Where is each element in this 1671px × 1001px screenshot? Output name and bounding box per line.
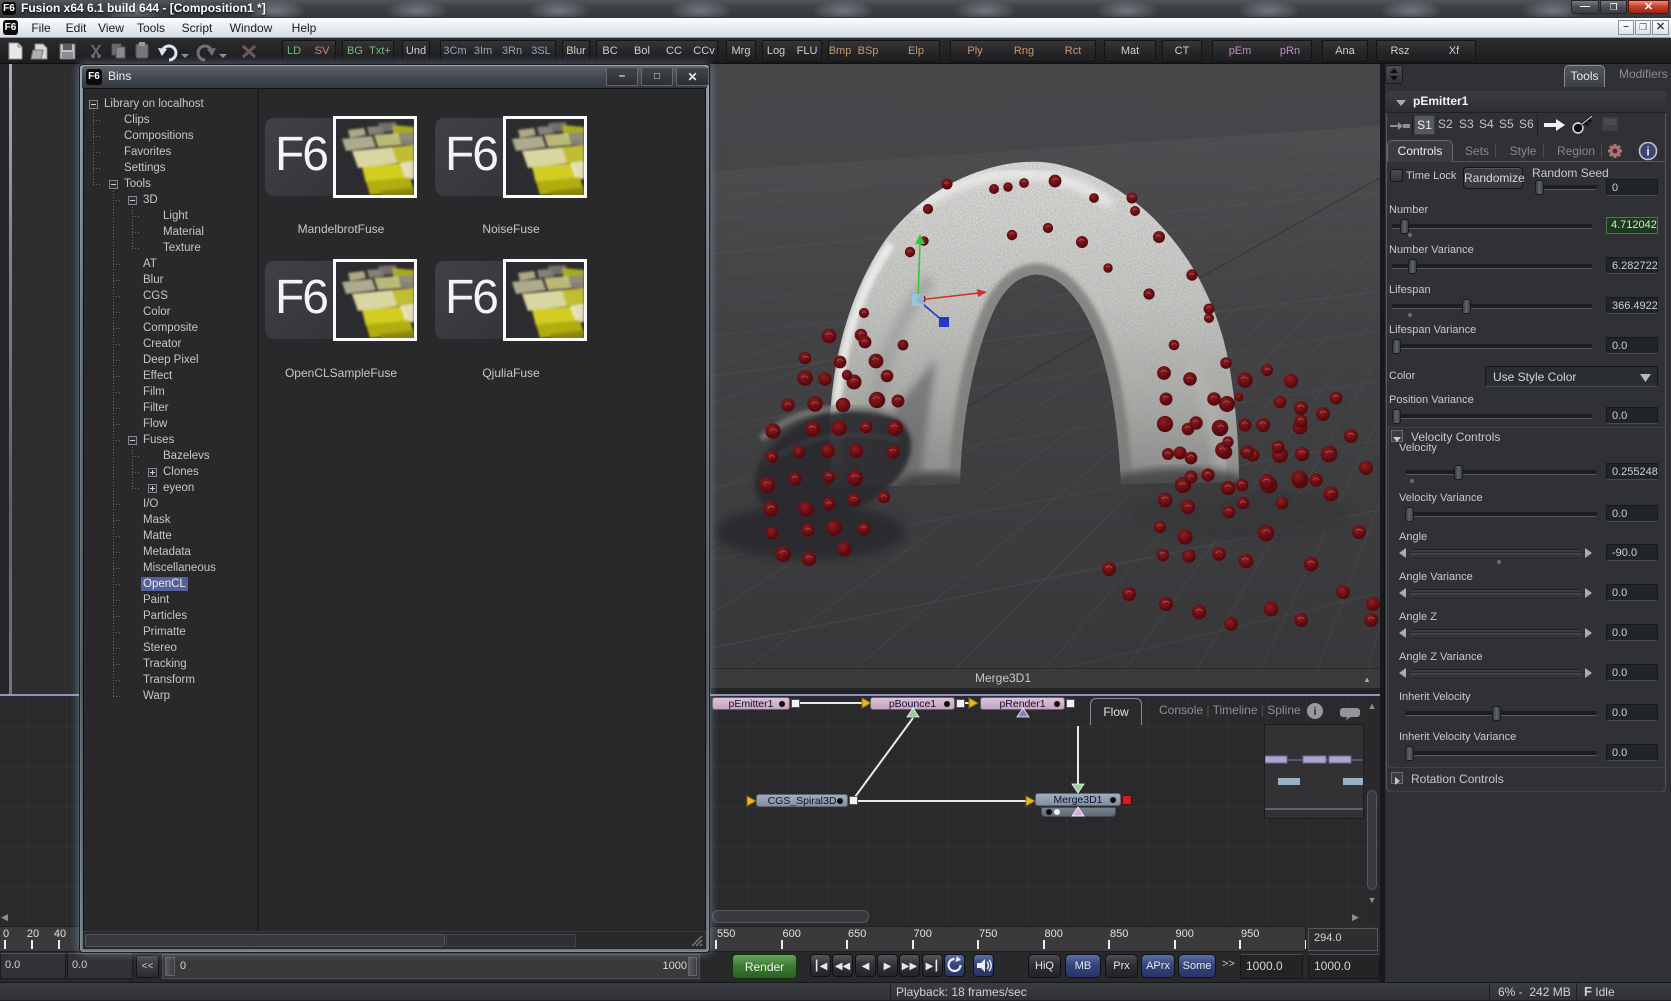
svg-text:i: i: [1313, 706, 1316, 718]
